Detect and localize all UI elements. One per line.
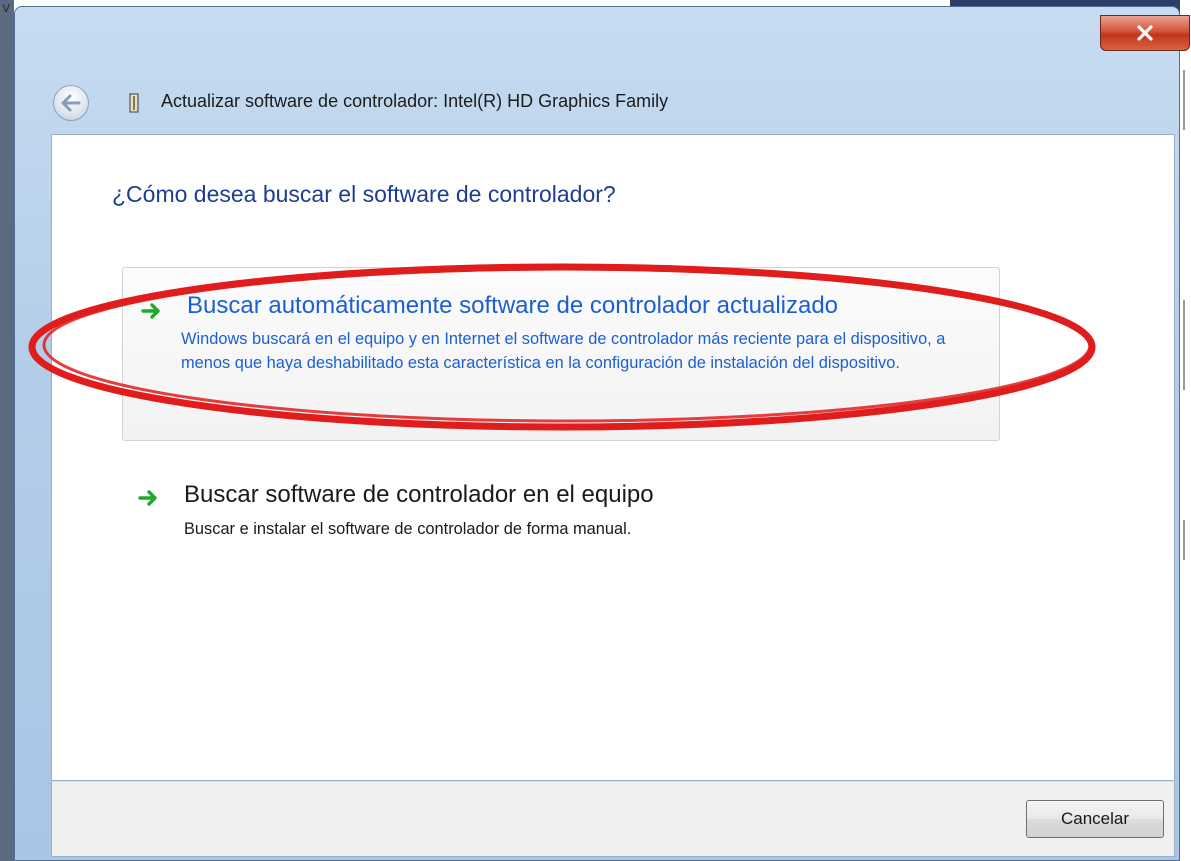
desktop-corner-text: v [2,0,11,16]
manual-search-option[interactable]: Buscar software de controlador en el equ… [122,475,1000,555]
cancel-button[interactable]: Cancelar [1026,800,1164,838]
page-heading: ¿Cómo desea buscar el software de contro… [112,181,616,207]
option-description: Buscar e instalar el software de control… [184,520,632,538]
dialog-footer: Cancelar [51,781,1175,857]
graphics-card-icon [129,93,139,113]
green-arrow-icon [141,303,160,319]
option-title: Buscar software de controlador en el equ… [184,481,654,508]
green-arrow-icon [138,490,157,506]
dialog-content: ¿Cómo desea buscar el software de contro… [51,134,1175,781]
desktop-divider [1183,300,1185,390]
back-arrow-icon [61,94,81,112]
desktop-background-left [0,0,14,861]
option-description: Windows buscará en el equipo y en Intern… [181,330,946,372]
desktop-divider [1183,520,1185,560]
window-title: Actualizar software de controlador: Inte… [161,91,669,111]
title-bar: Actualizar software de controlador: Inte… [15,7,1190,125]
auto-search-option[interactable]: Buscar automáticamente software de contr… [122,267,1000,441]
desktop-divider [1183,70,1185,130]
driver-update-dialog: Actualizar software de controlador: Inte… [14,6,1190,861]
option-title: Buscar automáticamente software de contr… [187,292,839,319]
close-icon [1137,25,1153,41]
close-button[interactable] [1100,15,1190,51]
desktop-background-right [1180,0,1191,861]
back-button[interactable] [53,85,89,121]
